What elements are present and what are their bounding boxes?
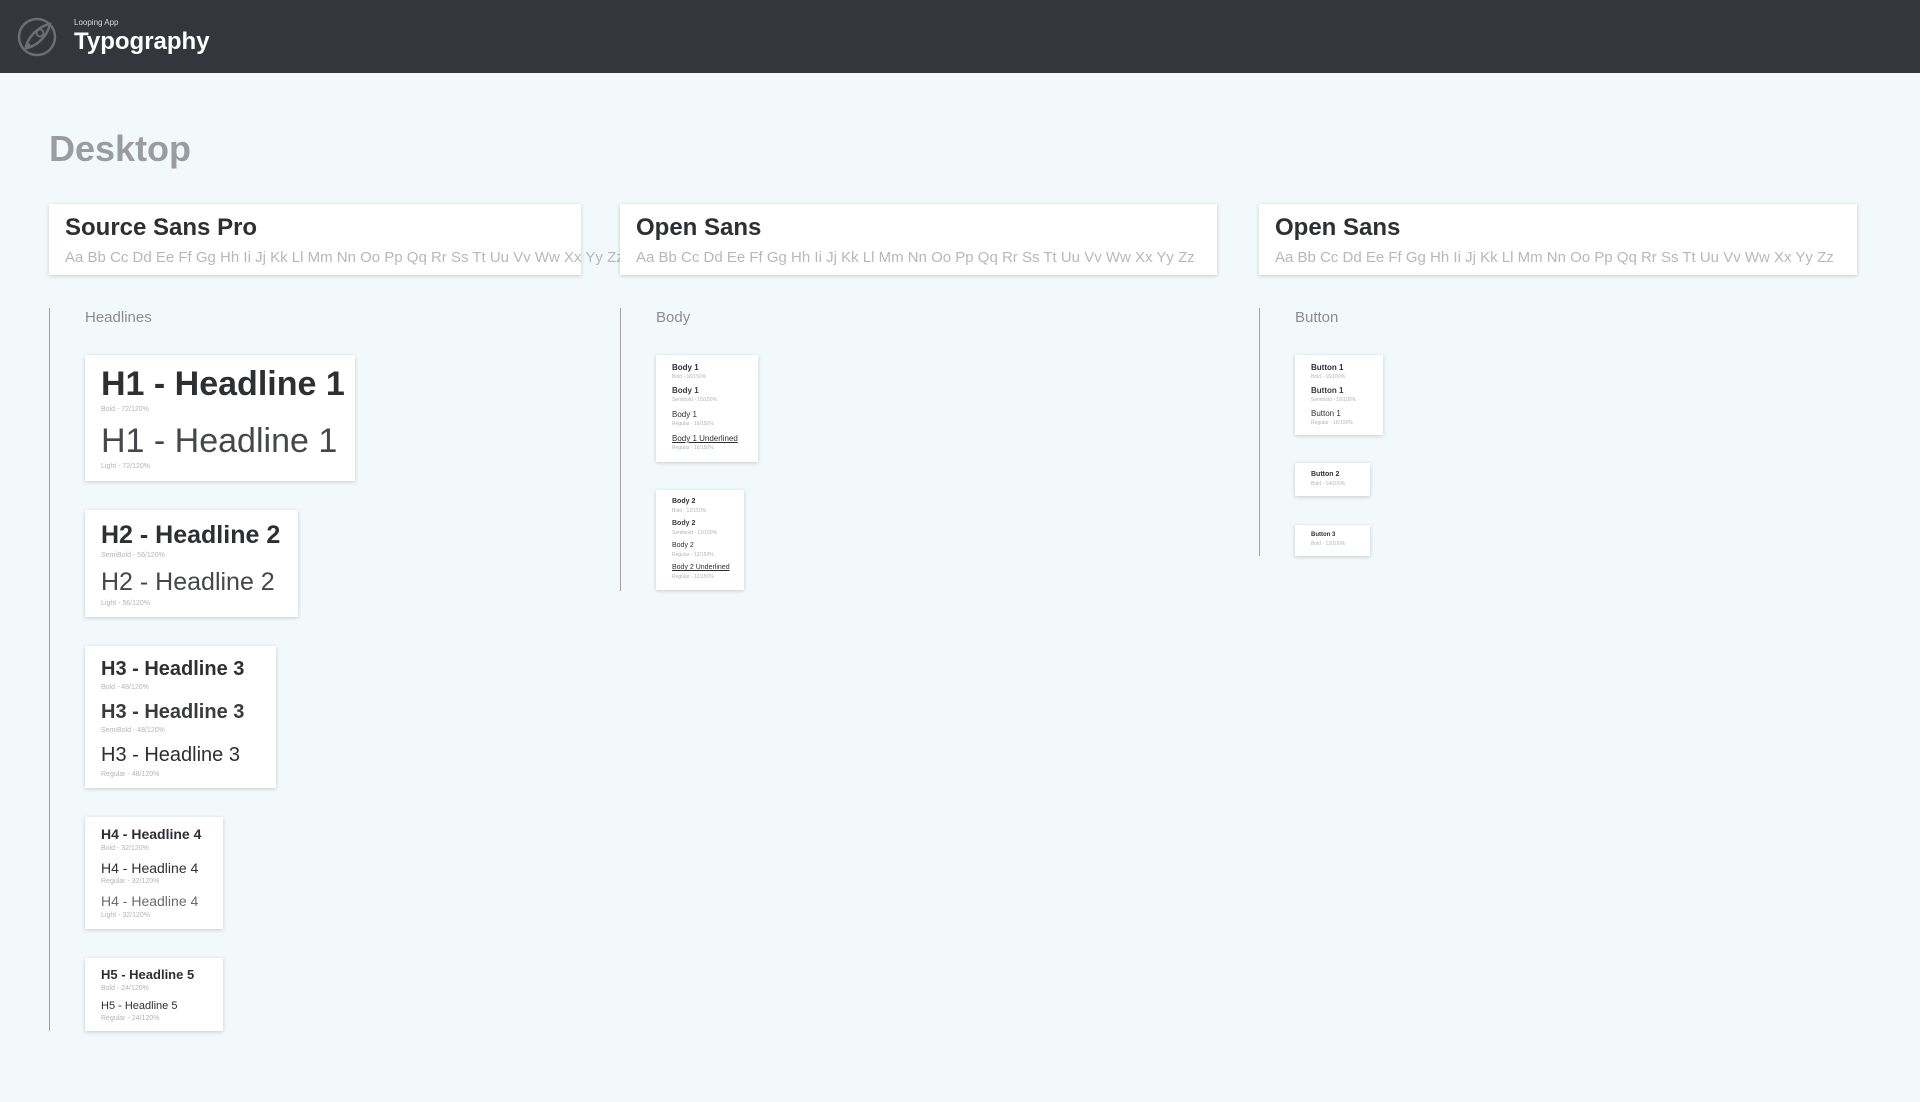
h2-semibold-sample: H2 - Headline 2: [101, 521, 281, 549]
group-label-headlines: Headlines: [85, 309, 152, 326]
headlines-group-line: [49, 308, 50, 1031]
h4-bold-sample: H4 - Headline 4: [101, 826, 202, 842]
body2-regular-sample: Body 2: [672, 542, 694, 549]
app-header: Looping App Typography: [0, 0, 1920, 73]
h4-light-meta: Light - 32/120%: [101, 912, 151, 919]
font-name: Open Sans: [1275, 214, 1401, 241]
button3-bold-sample: Button 3: [1311, 532, 1336, 538]
font-name: Open Sans: [636, 214, 762, 241]
body2-bold-sample: Body 2: [672, 498, 696, 505]
button1-semibold-meta: Semibold - 16/100%: [1311, 397, 1357, 403]
button1-bold-meta: Bold - 16/100%: [1311, 374, 1346, 380]
h4-style-card[interactable]: H4 - Headline 4 Bold - 32/120% H4 - Head…: [85, 817, 223, 929]
h4-regular-meta: Regular - 32/120%: [101, 878, 160, 885]
font-card-open-sans-button[interactable]: Open Sans Aa Bb Cc Dd Ee Ff Gg Hh Ii Jj …: [1259, 204, 1857, 275]
button1-semibold-sample: Button 1: [1311, 386, 1344, 395]
h5-style-card[interactable]: H5 - Headline 5 Bold - 24/120% H5 - Head…: [85, 958, 223, 1031]
h2-light-meta: Light - 56/120%: [101, 600, 151, 607]
font-card-open-sans-body[interactable]: Open Sans Aa Bb Cc Dd Ee Ff Gg Hh Ii Jj …: [620, 204, 1217, 275]
h4-light-sample: H4 - Headline 4: [101, 893, 199, 909]
button1-bold-sample: Button 1: [1311, 363, 1344, 372]
body1-underlined-sample: Body 1 Underlined: [672, 434, 738, 443]
h3-semibold-sample: H3 - Headline 3: [101, 701, 245, 723]
h4-regular-sample: H4 - Headline 4: [101, 860, 199, 876]
section-title: Desktop: [49, 128, 192, 169]
h2-semibold-meta: SemiBold - 56/120%: [101, 552, 165, 559]
body2-underlined-meta: Regular - 12/150%: [672, 574, 714, 580]
h2-light-sample: H2 - Headline 2: [101, 568, 275, 596]
button1-regular-meta: Regular - 16/100%: [1311, 420, 1353, 426]
h5-bold-meta: Bold - 24/120%: [101, 985, 149, 992]
body1-underlined-meta: Regular - 16/150%: [672, 445, 714, 451]
button-group-line: [1259, 308, 1260, 556]
group-label-body: Body: [656, 309, 691, 326]
button1-regular-sample: Button 1: [1311, 409, 1341, 418]
h1-bold-meta: Bold - 72/120%: [101, 406, 149, 413]
group-label-button: Button: [1295, 309, 1339, 326]
h1-light-meta: Light - 72/120%: [101, 463, 151, 470]
page-title: Typography: [74, 28, 210, 55]
h3-bold-sample: H3 - Headline 3: [101, 658, 245, 680]
button2-style-card[interactable]: Button 2 Bold - 14/100%: [1295, 463, 1370, 496]
h5-bold-sample: H5 - Headline 5: [101, 967, 195, 982]
app-name: Looping App: [74, 18, 119, 27]
h5-regular-sample: H5 - Headline 5: [101, 1000, 178, 1012]
h3-bold-meta: Bold - 48/120%: [101, 684, 149, 691]
h3-style-card[interactable]: H3 - Headline 3 Bold - 48/120% H3 - Head…: [85, 646, 276, 788]
body2-bold-meta: Bold - 12/150%: [672, 508, 707, 514]
body1-semibold-sample: Body 1: [672, 386, 699, 395]
h1-bold-sample: H1 - Headline 1: [101, 365, 345, 403]
h4-bold-meta: Bold - 32/120%: [101, 845, 149, 852]
font-alphabet: Aa Bb Cc Dd Ee Ff Gg Hh Ii Jj Kk Ll Mm N…: [65, 249, 624, 266]
h1-light-sample: H1 - Headline 1: [101, 422, 338, 460]
font-alphabet: Aa Bb Cc Dd Ee Ff Gg Hh Ii Jj Kk Ll Mm N…: [636, 249, 1195, 266]
body1-regular-meta: Regular - 16/150%: [672, 421, 714, 427]
h2-style-card[interactable]: H2 - Headline 2 SemiBold - 56/120% H2 - …: [85, 510, 298, 617]
font-card-source-sans-pro[interactable]: Source Sans Pro Aa Bb Cc Dd Ee Ff Gg Hh …: [49, 204, 624, 275]
body1-semibold-meta: Semibold - 16/150%: [672, 397, 718, 403]
body2-semibold-meta: Semibold - 12/150%: [672, 530, 718, 536]
font-name: Source Sans Pro: [65, 214, 258, 241]
body1-bold-meta: Bold - 16/150%: [672, 374, 707, 380]
body1-style-card[interactable]: Body 1 Bold - 16/150% Body 1 Semibold - …: [656, 355, 758, 462]
body2-underlined-sample: Body 2 Underlined: [672, 564, 730, 571]
body1-regular-sample: Body 1: [672, 410, 697, 419]
h1-style-card[interactable]: H1 - Headline 1 Bold - 72/120% H1 - Head…: [85, 355, 355, 481]
body2-semibold-sample: Body 2: [672, 520, 696, 527]
button3-bold-meta: Bold - 12/100%: [1311, 541, 1346, 547]
button3-style-card[interactable]: Button 3 Bold - 12/100%: [1295, 525, 1370, 556]
body-group-line: [620, 308, 621, 591]
body2-regular-meta: Regular - 12/150%: [672, 552, 714, 558]
body2-style-card[interactable]: Body 2 Bold - 12/150% Body 2 Semibold - …: [656, 490, 744, 590]
h3-semibold-meta: SemiBold - 48/120%: [101, 727, 165, 734]
font-alphabet: Aa Bb Cc Dd Ee Ff Gg Hh Ii Jj Kk Ll Mm N…: [1275, 249, 1834, 266]
h5-regular-meta: Regular - 24/120%: [101, 1015, 160, 1022]
rocket-logo-icon[interactable]: [16, 16, 58, 58]
button2-bold-meta: Bold - 14/100%: [1311, 481, 1346, 487]
h3-regular-meta: Regular - 48/120%: [101, 771, 160, 778]
h3-regular-sample: H3 - Headline 3: [101, 744, 240, 766]
body1-bold-sample: Body 1: [672, 363, 699, 372]
button2-bold-sample: Button 2: [1311, 471, 1340, 478]
button1-style-card[interactable]: Button 1 Bold - 16/100% Button 1 Semibol…: [1295, 355, 1383, 435]
